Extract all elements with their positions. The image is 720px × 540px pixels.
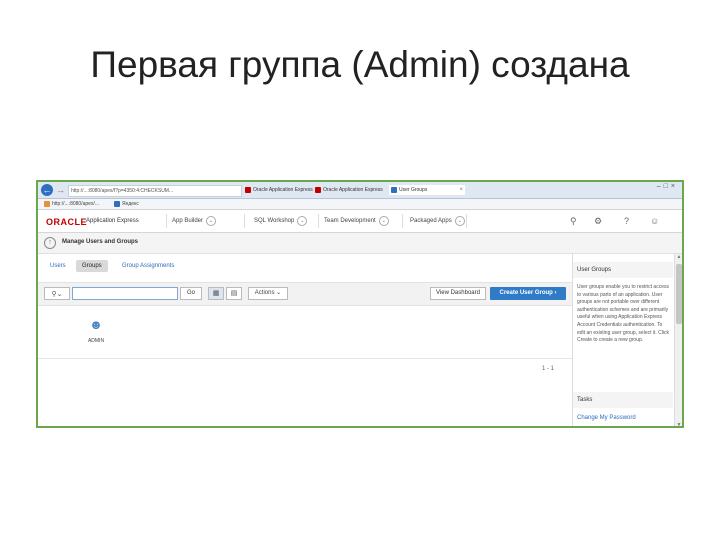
divider [402, 214, 403, 228]
help-icon[interactable]: ? [624, 216, 629, 226]
divider [244, 214, 245, 228]
divider [318, 214, 319, 228]
chevron-right-icon: › [554, 290, 557, 296]
screenshot-frame: ← → http://...:8080/apex/f?p=4350:4:CHEC… [36, 180, 684, 428]
chevron-down-icon: ⌄ [378, 216, 389, 226]
tab-group-assignments[interactable]: Group Assignments [116, 260, 180, 272]
oracle-icon [315, 187, 321, 193]
favorite-item-2[interactable]: Яндекс [114, 200, 139, 208]
tab-users[interactable]: Users [44, 260, 72, 272]
search-icon[interactable]: ⚲ [570, 216, 577, 227]
side-panel-title: User Groups [573, 262, 673, 278]
scroll-down-icon[interactable]: ▼ [675, 422, 682, 426]
search-column-button[interactable]: ⚲⌄ [44, 287, 70, 300]
report-toolbar: ⚲⌄ Go ▦ ▤ Actions ⌄ View Dashboard Creat… [38, 282, 572, 306]
go-button[interactable]: Go [180, 287, 202, 300]
slide-title: Первая группа (Admin) создана [90, 44, 630, 85]
group-name: ADMIN [87, 338, 105, 344]
menu-app-builder[interactable]: App Builder ⌄ [172, 216, 217, 226]
browser-tab-1[interactable]: Oracle Application Express [243, 185, 319, 195]
page-icon [391, 187, 397, 193]
bookmark-icon [44, 200, 50, 207]
menu-sql-workshop[interactable]: SQL Workshop ⌄ [254, 216, 308, 226]
back-arrow-icon[interactable]: ← [41, 184, 53, 196]
browser-tab-3[interactable]: User Groups × [389, 185, 465, 195]
scrollbar[interactable]: ▲ ▼ [674, 254, 682, 426]
pagination: 1 - 1 [542, 366, 555, 372]
page-title: Manage Users and Groups [62, 239, 139, 245]
close-icon[interactable]: × [459, 185, 463, 195]
chevron-down-icon: ⌄ [297, 216, 308, 226]
group-item-admin[interactable]: ☻ ADMIN [76, 317, 116, 345]
browser-tab-2[interactable]: Oracle Application Express [313, 185, 395, 195]
favorites-bar: http://...:8080/apex/... Яндекс [38, 199, 682, 210]
divider [166, 214, 167, 228]
apex-header: ORACLE Application Express App Builder ⌄ … [38, 210, 682, 233]
tasks-title: Tasks [573, 392, 673, 408]
chevron-down-icon: ⌄ [454, 216, 465, 226]
oracle-icon [245, 187, 251, 193]
up-arrow-icon[interactable]: ↑ [44, 237, 56, 249]
divider [38, 358, 572, 359]
chevron-down-icon: ⌄ [276, 290, 282, 296]
window-controls[interactable]: –□× [657, 183, 678, 190]
scroll-up-icon[interactable]: ▲ [675, 254, 682, 260]
search-input[interactable] [72, 287, 178, 300]
tab-groups[interactable]: Groups [76, 260, 108, 272]
favorite-item-1[interactable]: http://...:8080/apex/... [44, 200, 99, 208]
oracle-logo[interactable]: ORACLE [46, 217, 87, 227]
forward-arrow-icon[interactable]: → [56, 185, 65, 195]
create-user-group-button[interactable]: Create User Group › [490, 287, 566, 300]
change-password-link[interactable]: Change My Password [577, 415, 636, 421]
actions-button[interactable]: Actions ⌄ [248, 287, 288, 300]
administration-icon[interactable]: ⚙ [594, 216, 602, 227]
user-icon[interactable]: ☺ [650, 216, 659, 226]
bookmark-icon [114, 200, 120, 207]
product-name: Application Express [86, 218, 139, 224]
menu-packaged-apps[interactable]: Packaged Apps ⌄ [410, 216, 465, 226]
page-subheader: ↑ Manage Users and Groups [38, 233, 682, 254]
menu-team-development[interactable]: Team Development ⌄ [324, 216, 389, 226]
divider [466, 214, 467, 228]
address-bar[interactable]: http://...:8080/apex/f?p=4350:4:CHECKSUM… [68, 185, 242, 197]
help-side-panel: User Groups User groups enable you to re… [572, 254, 673, 426]
browser-toolbar: ← → http://...:8080/apex/f?p=4350:4:CHEC… [38, 182, 682, 199]
icon-view-icon[interactable]: ▦ [208, 287, 224, 300]
scroll-thumb[interactable] [676, 264, 682, 324]
side-panel-text: User groups enable you to restrict acces… [577, 284, 669, 344]
user-group-icon: ☻ [89, 317, 103, 332]
view-dashboard-button[interactable]: View Dashboard [430, 287, 486, 300]
chevron-down-icon: ⌄ [206, 216, 217, 226]
report-view-icon[interactable]: ▤ [226, 287, 242, 300]
